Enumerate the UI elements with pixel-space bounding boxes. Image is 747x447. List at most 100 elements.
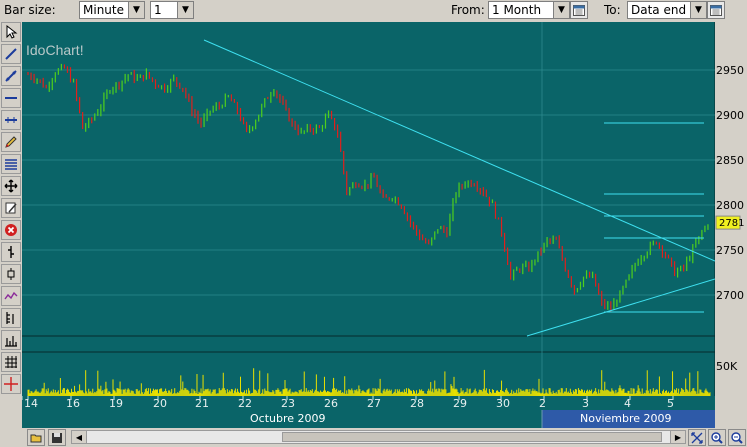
grid-icon	[5, 356, 17, 368]
open-button[interactable]	[27, 429, 45, 446]
grid-tool[interactable]	[1, 352, 21, 372]
chevron-down-icon: ▼	[128, 2, 144, 18]
calendar-icon	[573, 5, 585, 16]
trend-line-tool[interactable]	[1, 66, 21, 86]
calendar-icon	[710, 5, 722, 16]
fit-icon	[691, 431, 703, 444]
y-tick-label: 2750	[716, 244, 744, 257]
x-tick-label: 26	[324, 397, 338, 410]
y-tick-label: 2800	[716, 199, 744, 212]
from-calendar-button[interactable]	[570, 1, 588, 19]
fibonacci-tool[interactable]	[1, 154, 21, 174]
y-tick-label: 2950	[716, 64, 744, 77]
zoom-in-icon	[711, 431, 723, 444]
horizontal-line-icon	[5, 97, 17, 99]
panel-separator	[22, 336, 715, 352]
x-tick-label: 20	[153, 397, 167, 410]
chevron-down-icon: ▼	[690, 2, 706, 18]
time-scrollbar[interactable]: ◀ ▶	[71, 430, 686, 444]
horizontal-ray-icon	[5, 117, 17, 123]
watermark: IdoChart!	[26, 42, 84, 58]
x-tick-label: 3	[582, 397, 589, 410]
scroll-left-icon[interactable]: ◀	[72, 431, 87, 443]
x-tick-label: 29	[453, 397, 467, 410]
crosshair-tool[interactable]	[1, 374, 21, 394]
fit-button[interactable]	[688, 429, 706, 446]
bar-count-select[interactable]: 1 ▼	[150, 1, 194, 19]
to-value: Data end	[631, 3, 687, 17]
bar-unit-value: Minute	[83, 3, 124, 17]
zoom-out-icon	[731, 431, 743, 444]
x-tick-label: 5	[667, 397, 674, 410]
x-tick-label: 21	[195, 397, 209, 410]
x-tick-label: 2	[539, 397, 546, 410]
bar-count-value: 1	[154, 3, 162, 17]
to-label: To:	[604, 3, 621, 17]
pencil-tool[interactable]	[1, 132, 21, 152]
candle-tool[interactable]	[1, 264, 21, 284]
y-tick-label: 2900	[716, 109, 744, 122]
bottom-toolbar: ◀ ▶	[0, 428, 747, 447]
save-button[interactable]	[48, 429, 66, 446]
x-tick-label: 16	[66, 397, 80, 410]
bar-size-label: Bar size:	[4, 3, 56, 17]
price-chart[interactable]: IdoChart!	[22, 22, 715, 396]
volume-tool[interactable]	[1, 330, 21, 350]
zoom-in-button[interactable]	[708, 429, 726, 446]
folder-icon	[30, 434, 42, 442]
y-tick-label: 2700	[716, 289, 744, 302]
volume-icon	[5, 336, 17, 347]
to-calendar-button[interactable]	[707, 1, 725, 19]
bar-icon	[8, 246, 14, 258]
price-axis: 2950 2900 2850 2800 2750 2700 50K 2781	[715, 22, 747, 396]
y-tick-label: 2850	[716, 154, 744, 167]
crosshair-icon	[4, 377, 18, 391]
month-label-noviembre: Noviembre 2009	[580, 412, 672, 425]
line-chart-icon	[4, 291, 18, 300]
ohlc-tool[interactable]	[1, 308, 21, 328]
line-tool[interactable]	[1, 44, 21, 64]
pointer-tool[interactable]	[1, 22, 21, 42]
price-panel	[22, 22, 715, 336]
last-price-label: 2781	[719, 218, 744, 229]
x-tick-label: 28	[410, 397, 424, 410]
chevron-down-icon: ▼	[553, 2, 569, 18]
scrollbar-thumb[interactable]	[282, 432, 662, 442]
date-axis: 14 16 19 20 21 22 23 26 27 28 29 30 2 3 4 5 Octubre 200…	[22, 396, 715, 428]
candlestick-icon	[7, 268, 15, 280]
zoom-out-button[interactable]	[728, 429, 746, 446]
x-tick-label: 22	[238, 397, 252, 410]
drawing-toolbar	[0, 22, 22, 396]
single-bar-tool[interactable]	[1, 242, 21, 262]
save-icon	[52, 432, 62, 443]
line-icon	[5, 48, 17, 60]
horizontal-ray-tool[interactable]	[1, 110, 21, 130]
chevron-down-icon: ▼	[177, 2, 193, 18]
from-select[interactable]: 1 Month ▼	[488, 1, 570, 19]
edit-icon	[5, 202, 17, 214]
scroll-right-icon[interactable]: ▶	[670, 431, 685, 443]
x-tick-label: 30	[496, 397, 510, 410]
x-tick-label: 27	[367, 397, 381, 410]
delete-icon	[5, 224, 17, 236]
volume-axis-label: 50K	[716, 360, 738, 373]
bar-unit-select[interactable]: Minute ▼	[79, 1, 145, 19]
month-label-octubre: Octubre 2009	[250, 412, 326, 425]
x-tick-label: 23	[281, 397, 295, 410]
pointer-icon	[6, 25, 18, 39]
to-select[interactable]: Data end ▼	[627, 1, 707, 19]
line-chart-tool[interactable]	[1, 286, 21, 306]
delete-tool[interactable]	[1, 220, 21, 240]
trend-line-icon	[5, 70, 17, 82]
ohlc-icon	[6, 312, 14, 324]
pencil-icon	[5, 136, 17, 148]
from-label: From:	[451, 3, 485, 17]
x-tick-label: 4	[624, 397, 631, 410]
edit-tool[interactable]	[1, 198, 21, 218]
x-tick-label: 14	[24, 397, 38, 410]
horizontal-line-tool[interactable]	[1, 88, 21, 108]
fibonacci-icon	[5, 159, 17, 170]
x-tick-label: 19	[109, 397, 123, 410]
from-value: 1 Month	[492, 3, 542, 17]
move-tool[interactable]	[1, 176, 21, 196]
